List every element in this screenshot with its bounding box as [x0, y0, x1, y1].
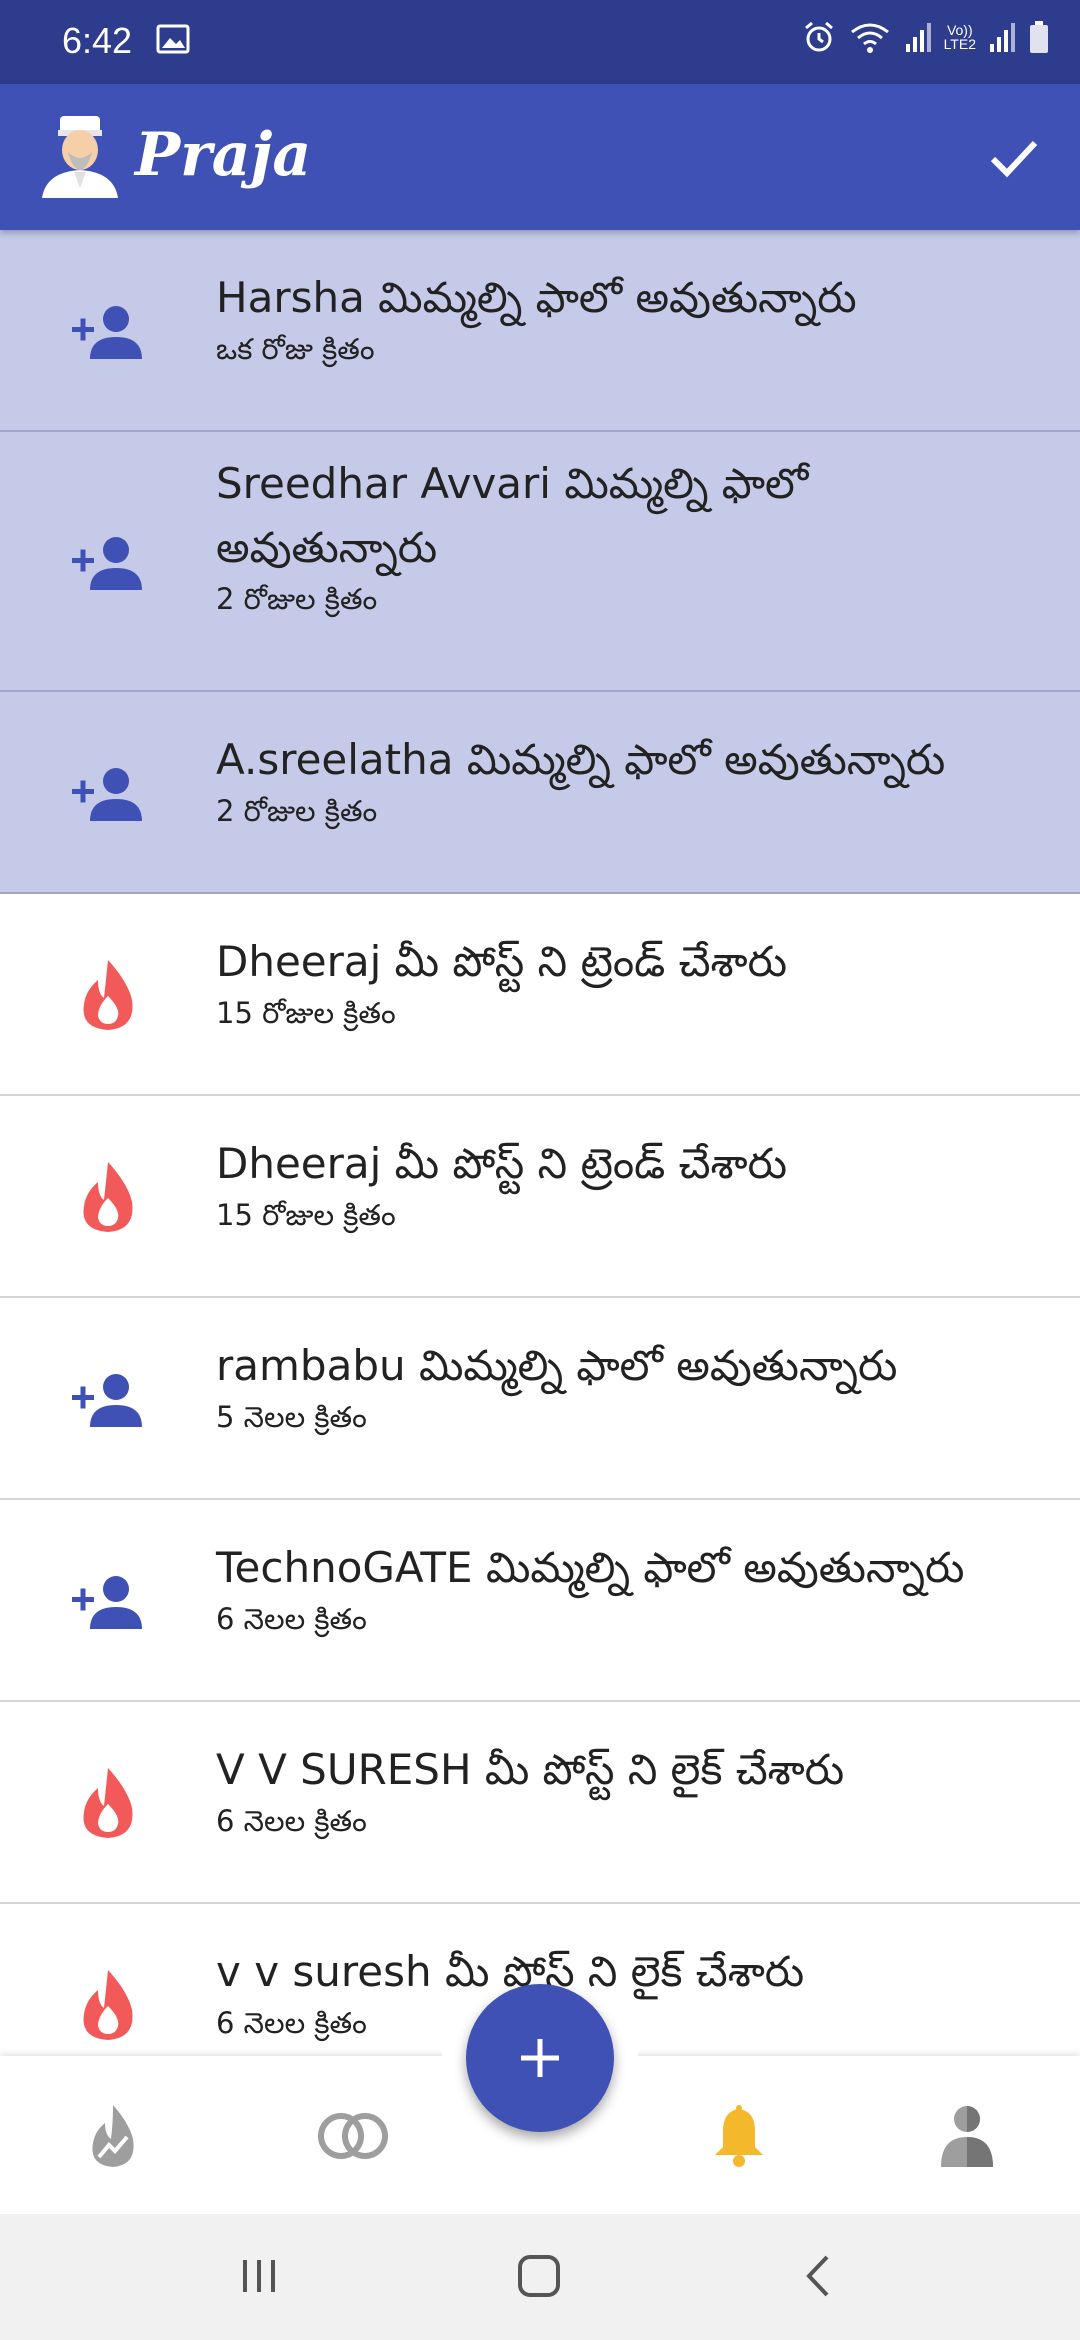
notification-time: 6 నెలల క్రితం — [216, 2006, 367, 2040]
bell-icon[interactable] — [694, 2096, 784, 2176]
notification-text: A.sreelatha మిమ్మల్ని ఫాలో అవుతున్నారు 2 … — [216, 728, 1040, 830]
notification-title: Harsha మిమ్మల్ని ఫాలో అవుతున్నారు — [216, 273, 857, 322]
system-nav — [0, 2214, 1080, 2340]
recents-icon[interactable] — [224, 2244, 294, 2308]
notification-time: 5 నెలల క్రితం — [216, 1400, 367, 1434]
wifi-icon — [848, 20, 892, 54]
notification-item[interactable]: Sreedhar Avvari మిమ్మల్ని ఫాలో అవుతున్నా… — [0, 432, 1080, 692]
notification-time: 15 రోజుల క్రితం — [216, 996, 396, 1030]
signal-icon — [904, 20, 932, 54]
app-bar: Praja — [0, 84, 1080, 230]
notification-item[interactable]: V V SURESH మీ పోస్ట్ ని లైక్ చేశారు 6 నెల… — [0, 1702, 1080, 1904]
app-title: Praja — [135, 120, 312, 190]
notification-item[interactable]: TechnoGATE మిమ్మల్ని ఫాలో అవుతున్నారు 6 న… — [0, 1500, 1080, 1702]
notification-title: rambabu మిమ్మల్ని ఫాలో అవుతున్నారు — [216, 1341, 898, 1390]
fire-icon — [66, 953, 150, 1037]
notification-time: 6 నెలల క్రితం — [216, 1602, 367, 1636]
notification-title: v v suresh మీ పోస్ట్ ని లైక్ చేశారు — [216, 1947, 805, 1996]
trending-fire-icon[interactable] — [68, 2096, 158, 2176]
notification-text: Dheeraj మీ పోస్ట్ ని ట్రెండ్ చేశారు 15 రో… — [216, 930, 1040, 1032]
fire-icon — [66, 1761, 150, 1845]
notification-item[interactable]: Dheeraj మీ పోస్ట్ ని ట్రెండ్ చేశారు 15 రో… — [0, 1096, 1080, 1298]
profile-icon[interactable] — [922, 2096, 1012, 2176]
person-add-icon — [66, 751, 150, 835]
check-icon[interactable] — [978, 122, 1050, 194]
notification-title: Dheeraj మీ పోస్ట్ ని ట్రెండ్ చేశారు — [216, 937, 788, 986]
home-icon[interactable] — [504, 2244, 574, 2308]
alarm-icon — [802, 20, 836, 54]
person-add-icon — [66, 520, 150, 604]
fire-icon — [66, 1963, 150, 2047]
notification-item[interactable]: A.sreelatha మిమ్మల్ని ఫాలో అవుతున్నారు 2 … — [0, 692, 1080, 894]
rings-icon[interactable] — [308, 2096, 398, 2176]
notification-title: Dheeraj మీ పోస్ట్ ని ట్రెండ్ చేశారు — [216, 1139, 788, 1188]
notification-text: rambabu మిమ్మల్ని ఫాలో అవుతున్నారు 5 నెలల… — [216, 1334, 1040, 1436]
person-add-icon — [66, 289, 150, 373]
app-logo — [38, 114, 122, 202]
signal-icon — [988, 20, 1016, 54]
notification-item[interactable]: Harsha మిమ్మల్ని ఫాలో అవుతున్నారు ఒక రోజు… — [0, 230, 1080, 432]
person-add-icon — [66, 1357, 150, 1441]
notification-text: TechnoGATE మిమ్మల్ని ఫాలో అవుతున్నారు 6 న… — [216, 1536, 1040, 1638]
notification-title: V V SURESH మీ పోస్ట్ ని లైక్ చేశారు — [216, 1745, 845, 1794]
notification-title: A.sreelatha మిమ్మల్ని ఫాలో అవుతున్నారు — [216, 735, 946, 784]
notification-text: Sreedhar Avvari మిమ్మల్ని ఫాలో అవుతున్నా… — [216, 452, 1040, 618]
battery-icon — [1028, 20, 1050, 54]
notification-title: TechnoGATE మిమ్మల్ని ఫాలో అవుతున్నారు — [216, 1543, 965, 1592]
person-add-icon — [66, 1559, 150, 1643]
fire-icon — [66, 1155, 150, 1239]
status-bar: 6:42 Vo)) LTE2 — [0, 0, 1080, 84]
notification-title: Sreedhar Avvari మిమ్మల్ని ఫాలో అవుతున్నా… — [216, 459, 809, 572]
notification-time: 15 రోజుల క్రితం — [216, 1198, 396, 1232]
notification-time: 2 రోజుల క్రితం — [216, 582, 378, 616]
status-time: 6:42 — [62, 20, 133, 61]
plus-icon — [521, 2039, 559, 2077]
notification-text: v v suresh మీ పోస్ట్ ని లైక్ చేశారు 6 నెల… — [216, 1940, 1040, 2042]
notification-item[interactable]: Dheeraj మీ పోస్ట్ ని ట్రెండ్ చేశారు 15 రో… — [0, 894, 1080, 1096]
notification-time: 6 నెలల క్రితం — [216, 1804, 367, 1838]
notification-list: Harsha మిమ్మల్ని ఫాలో అవుతున్నారు ఒక రోజు… — [0, 230, 1080, 2056]
network-label: Vo)) LTE2 — [943, 22, 976, 52]
notification-time: ఒక రోజు క్రితం — [216, 332, 375, 366]
notification-text: V V SURESH మీ పోస్ట్ ని లైక్ చేశారు 6 నెల… — [216, 1738, 1040, 1840]
image-icon — [156, 24, 190, 58]
notification-text: Dheeraj మీ పోస్ట్ ని ట్రెండ్ చేశారు 15 రో… — [216, 1132, 1040, 1234]
add-post-button[interactable] — [466, 1984, 614, 2132]
notification-item[interactable]: rambabu మిమ్మల్ని ఫాలో అవుతున్నారు 5 నెలల… — [0, 1298, 1080, 1500]
notification-time: 2 రోజుల క్రితం — [216, 794, 378, 828]
back-icon[interactable] — [784, 2244, 854, 2308]
notification-text: Harsha మిమ్మల్ని ఫాలో అవుతున్నారు ఒక రోజు… — [216, 266, 1040, 368]
